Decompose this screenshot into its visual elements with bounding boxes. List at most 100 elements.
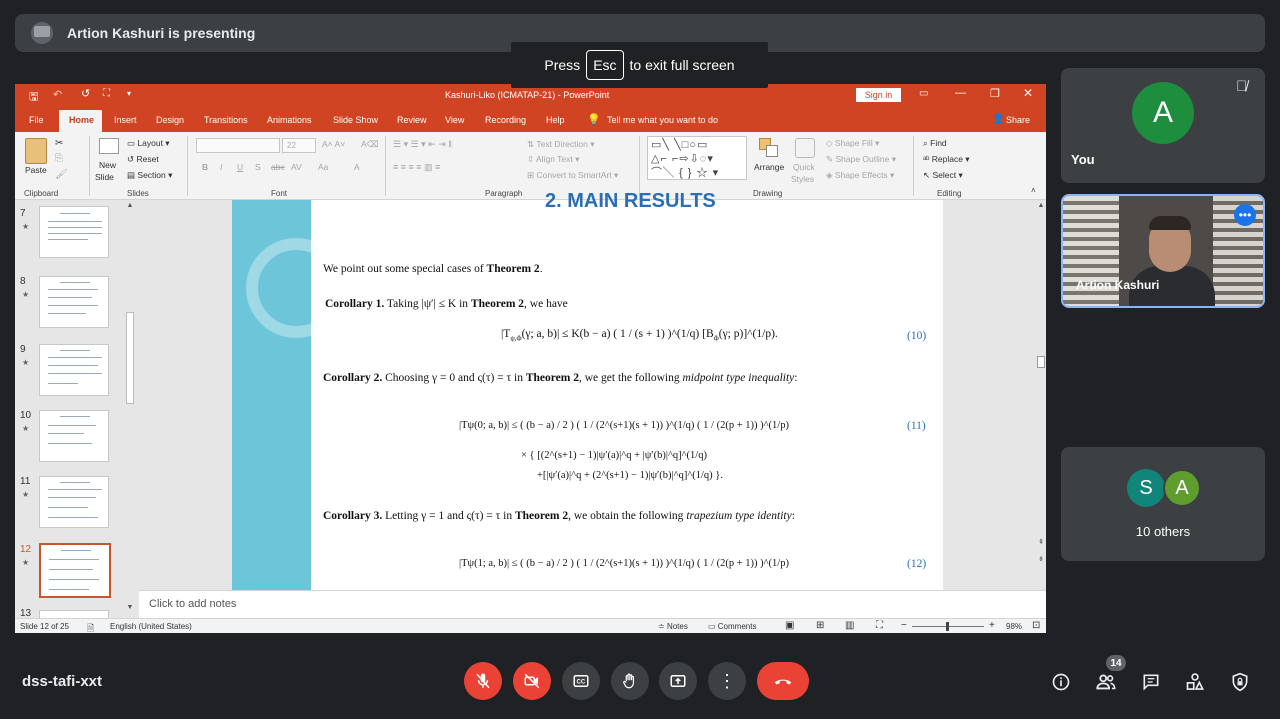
paste-icon[interactable] xyxy=(25,138,47,164)
close-icon[interactable]: ✕ xyxy=(1023,86,1033,100)
more-options-button[interactable]: ⋮ xyxy=(708,662,746,700)
slide-thumbnail-8[interactable] xyxy=(39,276,109,328)
shadow-button[interactable]: S xyxy=(255,162,261,172)
sign-in-button[interactable]: Sign in xyxy=(856,88,901,102)
undo-icon[interactable]: ↶ xyxy=(53,88,62,101)
comments-toggle[interactable]: ▭ Comments xyxy=(708,622,756,631)
start-from-beginning-icon[interactable]: ⛶ xyxy=(103,88,110,99)
scroll-up-icon[interactable]: ▲ xyxy=(1036,202,1046,209)
format-painter-icon[interactable]: 🖌 xyxy=(55,169,68,180)
next-slide-icon[interactable]: ⇟ xyxy=(1036,555,1046,563)
tab-view[interactable]: View xyxy=(445,115,464,125)
shape-effects-button[interactable]: ◈ Shape Effects ▾ xyxy=(826,170,894,181)
tile-others[interactable]: S A 10 others xyxy=(1061,447,1265,561)
quick-styles-label-2[interactable]: Styles xyxy=(791,174,814,184)
grow-font-icon[interactable]: A˄ A˅ xyxy=(322,139,345,149)
collapse-ribbon-icon[interactable]: ˄ xyxy=(1031,186,1036,195)
change-case-icon[interactable]: Aa xyxy=(318,162,328,172)
tab-review[interactable]: Review xyxy=(397,115,427,125)
new-slide-label-1[interactable]: New xyxy=(99,160,116,170)
meeting-details-button[interactable] xyxy=(1049,670,1073,694)
participants-button[interactable] xyxy=(1094,670,1118,694)
reset-button[interactable]: ↺ Reset xyxy=(127,154,159,165)
scroll-thumb[interactable] xyxy=(126,312,134,404)
tab-file[interactable]: File xyxy=(29,115,44,125)
quick-access-dropdown-icon[interactable]: ▾ xyxy=(127,89,131,98)
zoom-level[interactable]: 98% xyxy=(1006,622,1022,631)
quick-styles-label-1[interactable]: Quick xyxy=(793,162,815,172)
section-button[interactable]: ▤ Section ▾ xyxy=(127,170,172,181)
bold-button[interactable]: B xyxy=(202,162,208,172)
tell-me-search[interactable]: Tell me what you want to do xyxy=(607,115,718,125)
slide-thumbnail-7[interactable] xyxy=(39,206,109,258)
scroll-down-icon[interactable]: ▼ xyxy=(125,604,135,614)
ribbon-display-options-icon[interactable]: ▭ xyxy=(919,88,928,99)
tab-animations[interactable]: Animations xyxy=(267,115,312,125)
font-size-box[interactable]: 22 xyxy=(282,138,316,153)
captions-button[interactable]: CC xyxy=(562,662,600,700)
slide-thumbnail-13[interactable] xyxy=(39,610,109,618)
tile-presenter[interactable]: ••• Artion Kashuri xyxy=(1061,194,1265,308)
layout-button[interactable]: ▭ Layout ▾ xyxy=(127,138,170,149)
tab-home[interactable]: Home xyxy=(69,115,94,125)
clear-formatting-icon[interactable]: A⌫ xyxy=(361,139,379,150)
shapes-gallery[interactable]: ▭╲ ╲□○▭ △⌐ ⌐⇨⇩◌▾ ⌒╲ { } ☆ ▾ xyxy=(647,136,747,180)
scroll-up-icon[interactable]: ▲ xyxy=(125,202,135,212)
language-indicator[interactable]: English (United States) xyxy=(110,622,192,631)
shape-outline-button[interactable]: ✎ Shape Outline ▾ xyxy=(826,154,896,165)
convert-smartart-button[interactable]: ⊞ Convert to SmartArt ▾ xyxy=(527,170,618,181)
tab-help[interactable]: Help xyxy=(546,115,565,125)
redo-icon[interactable]: ↺ xyxy=(81,87,90,100)
select-button[interactable]: ↖ Select ▾ xyxy=(923,170,963,181)
arrange-button[interactable]: Arrange xyxy=(754,162,784,172)
strikethrough-button[interactable]: abc xyxy=(271,162,285,172)
activities-button[interactable] xyxy=(1183,670,1207,694)
align-icons[interactable]: ≡ ≡ ≡ ≡ ▥ ≡ xyxy=(393,162,440,173)
previous-slide-icon[interactable]: ⇞ xyxy=(1036,538,1046,546)
char-spacing-icon[interactable]: AV xyxy=(291,162,302,172)
slide-show-icon[interactable]: ⛶ xyxy=(876,620,883,631)
paste-button[interactable]: Paste xyxy=(25,165,47,175)
align-text-button[interactable]: ⇳ Align Text ▾ xyxy=(527,154,579,165)
raise-hand-button[interactable] xyxy=(611,662,649,700)
zoom-out-icon[interactable]: − xyxy=(901,620,907,631)
font-color-icon[interactable]: A xyxy=(354,162,360,172)
arrange-icon[interactable] xyxy=(759,138,779,158)
thumbnail-scrollbar[interactable]: ▲ ▼ xyxy=(125,202,135,614)
minimize-icon[interactable]: — xyxy=(955,87,966,99)
find-button[interactable]: ⌕ Find xyxy=(923,138,947,149)
cut-icon[interactable]: ✂ xyxy=(55,138,63,149)
more-options-icon[interactable]: ••• xyxy=(1234,204,1256,226)
tab-design[interactable]: Design xyxy=(156,115,184,125)
slide-thumbnail-11[interactable] xyxy=(39,476,109,528)
notes-toggle[interactable]: ≐ Notes xyxy=(658,622,688,631)
text-direction-button[interactable]: ⇅ Text Direction ▾ xyxy=(527,139,594,150)
italic-button[interactable]: I xyxy=(220,162,222,172)
replace-button[interactable]: ᵃᵇ Replace ▾ xyxy=(923,154,970,165)
slide-thumbnail-12-selected[interactable] xyxy=(39,543,111,598)
slide-vertical-scrollbar[interactable]: ▲ ⇞ ⇟ xyxy=(1036,200,1046,590)
slide-thumbnail-10[interactable] xyxy=(39,410,109,462)
restore-icon[interactable]: ❐ xyxy=(990,87,1000,100)
present-now-button[interactable] xyxy=(659,662,697,700)
copy-icon[interactable]: ⎘ xyxy=(55,153,63,164)
bullets-icon[interactable]: ☰ ▾ ☰ ▾ ⇤ ⇥ ‖ xyxy=(393,139,452,150)
notes-placeholder[interactable]: Click to add notes xyxy=(149,598,236,610)
notes-pane[interactable]: Click to add notes xyxy=(139,590,1046,618)
new-slide-icon[interactable] xyxy=(99,138,119,154)
camera-off-button[interactable] xyxy=(513,662,551,700)
underline-button[interactable]: U xyxy=(237,162,243,172)
share-button[interactable]: Share xyxy=(1006,115,1030,125)
new-slide-label-2[interactable]: Slide xyxy=(95,172,114,182)
leave-call-button[interactable] xyxy=(757,662,809,700)
microphone-off-button[interactable] xyxy=(464,662,502,700)
slide-thumbnail-9[interactable] xyxy=(39,344,109,396)
chat-button[interactable] xyxy=(1139,670,1163,694)
tile-you[interactable]: A 🎙̸ You xyxy=(1061,68,1265,183)
zoom-slider-handle[interactable] xyxy=(946,622,949,631)
quick-styles-icon[interactable] xyxy=(795,138,815,158)
host-controls-button[interactable] xyxy=(1228,670,1252,694)
spelling-icon[interactable]: 🗎 xyxy=(87,621,94,633)
normal-view-icon[interactable]: ▣ xyxy=(785,620,794,631)
fit-to-window-icon[interactable]: ⊡ xyxy=(1032,620,1040,631)
